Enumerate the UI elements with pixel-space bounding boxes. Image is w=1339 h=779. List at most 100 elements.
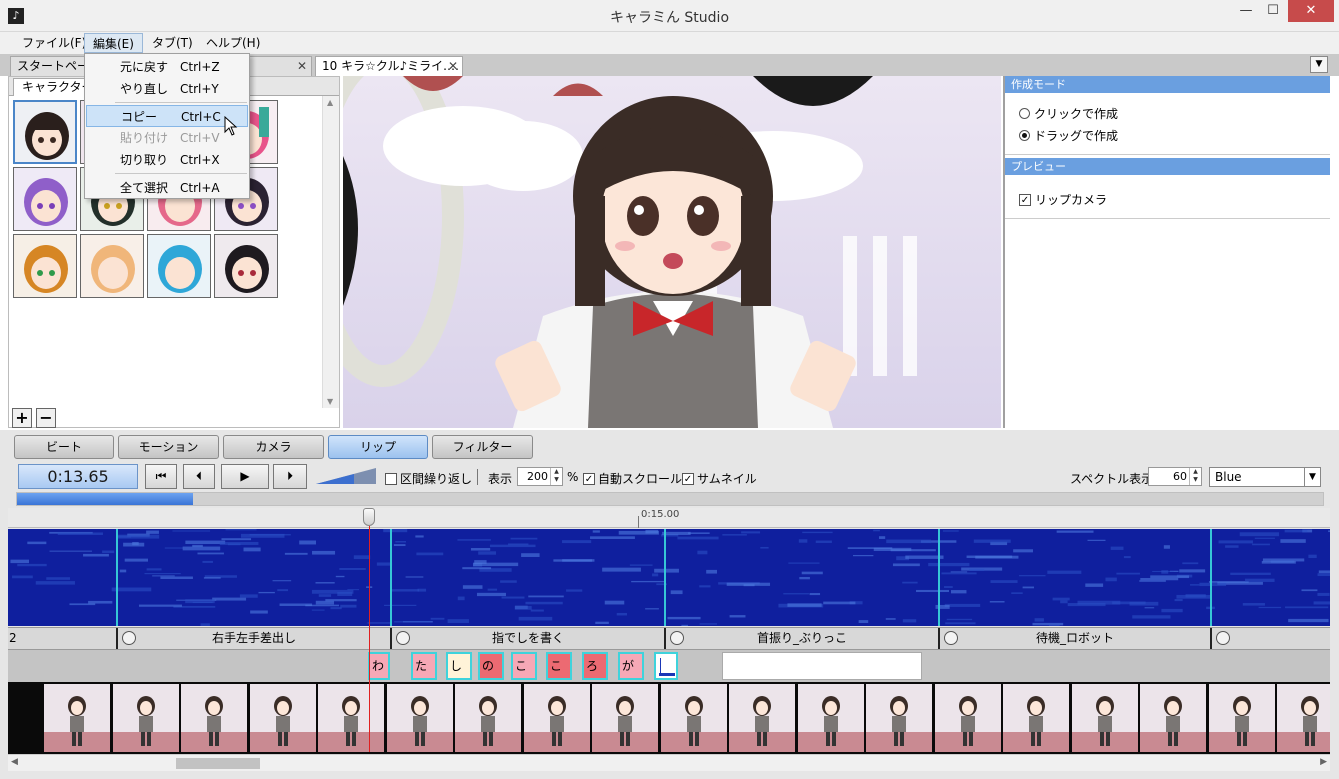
lip-text-input[interactable] bbox=[722, 652, 922, 680]
maximize-button[interactable]: ☐ bbox=[1260, 0, 1286, 22]
checkbox-checked-icon[interactable]: ✓ bbox=[583, 472, 595, 485]
tab-motion[interactable]: モーション bbox=[118, 435, 219, 459]
scrollbar-thumb[interactable] bbox=[176, 758, 260, 769]
motion-clip[interactable]: 2 bbox=[8, 628, 116, 649]
menu-help[interactable]: ヘルプ(H) bbox=[198, 33, 268, 53]
auto-scroll-option[interactable]: ✓ 自動スクロール bbox=[583, 470, 682, 487]
timeline-horizontal-scrollbar[interactable]: ◀ ▶ bbox=[8, 754, 1330, 771]
menu-edit[interactable]: 編集(E) bbox=[84, 33, 143, 53]
thumbnail-track[interactable] bbox=[8, 682, 1330, 754]
chevron-up-icon[interactable]: ▲ bbox=[327, 98, 333, 107]
menu-separator bbox=[115, 173, 247, 174]
lip-track[interactable]: わ た し の こ こ ろ が bbox=[8, 650, 1330, 682]
motion-clip[interactable]: 待機_ロボット bbox=[938, 628, 1210, 649]
stepper-arrows-icon[interactable]: ▲ ▼ bbox=[1189, 468, 1201, 485]
lip-syllable[interactable]: が bbox=[618, 652, 644, 680]
lip-syllable[interactable]: わ bbox=[368, 652, 390, 680]
frame-thumbnail bbox=[455, 684, 521, 752]
lip-syllable[interactable]: た bbox=[411, 652, 437, 680]
lip-syllable[interactable]: の bbox=[478, 652, 504, 680]
spectrum-stepper[interactable]: 60 ▲ ▼ bbox=[1148, 467, 1202, 486]
character-thumbnail[interactable] bbox=[147, 234, 211, 298]
3d-preview-viewport[interactable] bbox=[343, 76, 1001, 428]
tab-song-label: 10 キラ☆クル♪ミライ.… bbox=[322, 59, 459, 73]
play-button[interactable]: ▶ bbox=[221, 464, 269, 489]
character-thumbnail[interactable] bbox=[13, 167, 77, 231]
lip-syllable[interactable]: ろ bbox=[582, 652, 608, 680]
playhead-line bbox=[369, 526, 370, 752]
menu-item-undo[interactable]: 元に戻す Ctrl+Z bbox=[86, 56, 248, 78]
timeline-ruler[interactable]: 0:15.00 bbox=[8, 508, 1330, 528]
tab-song[interactable]: 10 キラ☆クル♪ミライ.… ✕ bbox=[315, 56, 463, 76]
drag-mode-option[interactable]: ドラッグで作成 bbox=[1019, 127, 1118, 144]
motion-clip[interactable]: 右手左手差出し bbox=[116, 628, 390, 649]
menu-item-shortcut: Ctrl+X bbox=[180, 153, 220, 167]
menu-item-label: 切り取り bbox=[120, 153, 169, 167]
motion-clip-label: 首振り_ぶりっこ bbox=[756, 631, 847, 645]
checkbox-checked-icon[interactable]: ✓ bbox=[682, 472, 694, 485]
menu-item-cut[interactable]: 切り取り Ctrl+X bbox=[86, 149, 248, 171]
close-icon[interactable]: ✕ bbox=[448, 57, 458, 76]
character-preview-image bbox=[343, 76, 1001, 428]
character-thumbnail[interactable] bbox=[13, 100, 77, 164]
minimize-button[interactable]: — bbox=[1233, 0, 1259, 22]
motion-clip[interactable]: 指でしを書く bbox=[390, 628, 664, 649]
checkbox-icon[interactable] bbox=[385, 472, 397, 485]
click-mode-option[interactable]: クリックで作成 bbox=[1019, 105, 1118, 122]
frame-thumbnail bbox=[181, 684, 247, 752]
stepper-arrows-icon[interactable]: ▲ ▼ bbox=[550, 468, 562, 485]
character-list-scrollbar[interactable]: ▲ ▼ bbox=[322, 96, 339, 408]
tab-lip[interactable]: リップ bbox=[328, 435, 428, 459]
thumbnail-label: サムネイル bbox=[697, 472, 757, 486]
color-scheme-select[interactable]: Blue ▼ bbox=[1209, 467, 1321, 487]
next-frame-button[interactable]: ⏵ bbox=[273, 464, 307, 489]
chevron-down-icon[interactable]: ▼ bbox=[1304, 468, 1320, 486]
click-mode-label: クリックで作成 bbox=[1034, 107, 1119, 121]
tab-list-chevron-down-icon[interactable]: ▼ bbox=[1310, 56, 1328, 73]
volume-slider[interactable] bbox=[316, 468, 376, 484]
character-thumbnail[interactable] bbox=[13, 234, 77, 298]
tab-camera[interactable]: カメラ bbox=[223, 435, 324, 459]
song-progress-bar[interactable] bbox=[16, 492, 1324, 506]
tab-beat[interactable]: ビート bbox=[14, 435, 114, 459]
spectrum-display-label: スペクトル表示 bbox=[1070, 472, 1154, 486]
lip-syllable[interactable]: し bbox=[446, 652, 472, 680]
thumbnail-option[interactable]: ✓ サムネイル bbox=[682, 470, 757, 487]
menu-tab[interactable]: タブ(T) bbox=[144, 33, 201, 53]
playhead-handle[interactable] bbox=[363, 508, 375, 526]
menu-item-redo[interactable]: やり直し Ctrl+Y bbox=[86, 78, 248, 100]
lip-camera-option[interactable]: ✓ リップカメラ bbox=[1019, 191, 1107, 208]
checkbox-checked-icon[interactable]: ✓ bbox=[1019, 193, 1031, 206]
lip-syllable[interactable]: こ bbox=[546, 652, 572, 680]
ruler-tick bbox=[638, 516, 639, 528]
motion-clip-label: 指でしを書く bbox=[491, 631, 564, 645]
chevron-down-icon[interactable]: ▼ bbox=[327, 397, 333, 406]
zoom-stepper[interactable]: 200 ▲ ▼ bbox=[517, 467, 563, 486]
rewind-button[interactable]: ⏮ bbox=[145, 464, 177, 489]
lip-syllable[interactable]: こ bbox=[511, 652, 537, 680]
circle-icon[interactable] bbox=[1216, 631, 1230, 645]
section-loop-option[interactable]: 区間繰り返し bbox=[385, 470, 472, 487]
transport-toolbar: 0:13.65 ⏮ ⏴ ▶ ⏵ 区間繰り返し 表示 200 ▲ ▼ % ✓ 自動ス… bbox=[0, 463, 1339, 493]
menu-item-select-all[interactable]: 全て選択 Ctrl+A bbox=[86, 177, 248, 199]
spectrum-value: 60 bbox=[1173, 470, 1187, 483]
radio-icon[interactable] bbox=[1019, 108, 1030, 119]
radio-selected-icon[interactable] bbox=[1019, 130, 1030, 141]
motion-clip[interactable] bbox=[1210, 628, 1330, 649]
lip-text-cursor[interactable] bbox=[654, 652, 678, 680]
prev-frame-button[interactable]: ⏴ bbox=[183, 464, 215, 489]
audio-spectrum[interactable] bbox=[8, 529, 1330, 626]
title-bar: ♪ キャラミん Studio — ☐ ✕ bbox=[0, 0, 1339, 32]
motion-track[interactable]: 2 右手左手差出し 指でしを書く 首振り_ぶりっこ 待機_ロボット bbox=[8, 627, 1330, 650]
chevron-left-icon[interactable]: ◀ bbox=[11, 757, 18, 767]
close-icon[interactable]: ✕ bbox=[297, 57, 307, 76]
tab-filter[interactable]: フィルター bbox=[432, 435, 533, 459]
menu-file[interactable]: ファイル(F) bbox=[14, 33, 94, 53]
chevron-right-icon[interactable]: ▶ bbox=[1320, 757, 1327, 767]
motion-clip[interactable]: 首振り_ぶりっこ bbox=[664, 628, 938, 649]
add-character-button[interactable]: + bbox=[12, 408, 32, 428]
remove-character-button[interactable]: − bbox=[36, 408, 56, 428]
close-button[interactable]: ✕ bbox=[1288, 0, 1334, 22]
character-thumbnail[interactable] bbox=[214, 234, 278, 298]
character-thumbnail[interactable] bbox=[80, 234, 144, 298]
